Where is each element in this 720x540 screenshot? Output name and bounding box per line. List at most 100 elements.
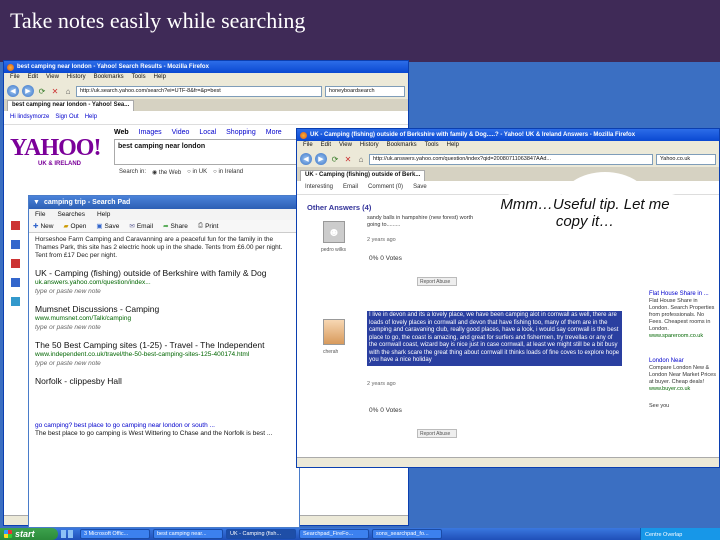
forward-arrow-icon[interactable]: ▶ bbox=[315, 153, 327, 165]
pad-print-button[interactable]: ⎙ Print bbox=[198, 222, 219, 230]
pad-entry[interactable]: UK - Camping (fishing) outside of Berksh… bbox=[35, 269, 293, 296]
search-in-ireland-radio[interactable]: ○ in Ireland bbox=[213, 169, 243, 176]
search-pad-toggle-icon[interactable]: ▼ bbox=[33, 199, 40, 206]
tab-images[interactable]: Images bbox=[139, 129, 162, 136]
interesting-button[interactable]: Interesting bbox=[305, 184, 333, 191]
rail-icon-1[interactable] bbox=[11, 221, 20, 230]
pad-entry[interactable]: Mumsnet Discussions - Camping www.mumsne… bbox=[35, 305, 293, 332]
menu-edit[interactable]: Edit bbox=[28, 74, 38, 82]
ad-item[interactable]: London Near Compare London New & London … bbox=[649, 358, 719, 393]
tab-more[interactable]: More bbox=[266, 129, 282, 136]
share-icon: ➦ bbox=[163, 223, 169, 230]
reload-icon[interactable]: ⟳ bbox=[330, 154, 340, 164]
pad-entry-note[interactable]: type or paste new note bbox=[35, 323, 293, 332]
taskbar-item[interactable]: Searchpad_FireFo... bbox=[299, 529, 369, 539]
answer2-report-button[interactable]: Report Abuse bbox=[417, 429, 457, 438]
pad-entry-url[interactable]: www.mumsnet.com/Talk/camping bbox=[35, 314, 293, 323]
pad-entry-note[interactable]: type or paste new note bbox=[35, 287, 293, 296]
ad-url[interactable]: www.spareroom.co.uk bbox=[649, 333, 719, 340]
home-icon[interactable]: ⌂ bbox=[63, 86, 73, 96]
pad-entry-url[interactable]: uk.answers.yahoo.com/question/index... bbox=[35, 278, 293, 287]
avatar[interactable] bbox=[323, 319, 345, 345]
menu-edit[interactable]: Edit bbox=[321, 142, 331, 150]
stop-icon[interactable]: ✕ bbox=[50, 86, 60, 96]
menu-file[interactable]: File bbox=[10, 74, 20, 82]
back-arrow-icon[interactable]: ◀ bbox=[7, 85, 19, 97]
menu-file[interactable]: File bbox=[303, 142, 313, 150]
comment-button[interactable]: Comment (0) bbox=[368, 184, 403, 191]
pad-entry[interactable]: The 50 Best Camping sites (1-25) - Trave… bbox=[35, 341, 293, 368]
taskbar-item[interactable]: UK - Camping (fish... bbox=[226, 529, 296, 539]
avatar[interactable]: ☻ bbox=[323, 221, 345, 243]
ad-heading[interactable]: Flat House Share in ... bbox=[649, 291, 719, 298]
rail-icon-3[interactable] bbox=[11, 259, 20, 268]
ad-heading[interactable]: London Near bbox=[649, 358, 719, 365]
search-window-titlebar[interactable]: best camping near london - Yahoo! Search… bbox=[4, 61, 408, 73]
pad-menu-help[interactable]: Help bbox=[97, 211, 110, 218]
pad-save-button[interactable]: ▣ Save bbox=[96, 222, 119, 231]
pad-menu-file[interactable]: File bbox=[35, 211, 45, 218]
greeting-link[interactable]: Hi lindsymorze bbox=[10, 114, 49, 121]
rail-icon-4[interactable] bbox=[11, 278, 20, 287]
pad-entry[interactable]: Norfolk - clippesby Hall bbox=[35, 377, 293, 386]
menu-view[interactable]: View bbox=[339, 142, 352, 150]
taskbar-item[interactable]: best camping near... bbox=[153, 529, 223, 539]
search-window-url-input[interactable]: http://uk.search.yahoo.com/search?ei=UTF… bbox=[76, 85, 322, 97]
quick-launch-icon[interactable] bbox=[68, 530, 73, 538]
rail-icon-5[interactable] bbox=[11, 297, 20, 306]
pad-new-button[interactable]: ✚ New bbox=[33, 222, 53, 231]
menu-bookmarks[interactable]: Bookmarks bbox=[94, 74, 124, 82]
menu-help[interactable]: Help bbox=[154, 74, 166, 82]
start-button[interactable]: start bbox=[0, 528, 58, 540]
taskbar-item[interactable]: 3 Microsoft Offic... bbox=[80, 529, 150, 539]
menu-tools[interactable]: Tools bbox=[425, 142, 439, 150]
quick-launch-icon[interactable] bbox=[61, 530, 66, 538]
answer1-username[interactable]: pedro wilks bbox=[321, 247, 346, 253]
back-arrow-icon[interactable]: ◀ bbox=[300, 153, 312, 165]
answers-window-url-input[interactable]: http://uk.answers.yahoo.com/question/ind… bbox=[369, 153, 653, 165]
pad-email-button[interactable]: ✉ Email bbox=[129, 222, 153, 231]
answer1-report-button[interactable]: Report Abuse bbox=[417, 277, 457, 286]
search-window-search-input[interactable]: honeyboardsearch bbox=[325, 85, 405, 97]
home-icon[interactable]: ⌂ bbox=[356, 154, 366, 164]
menu-help[interactable]: Help bbox=[447, 142, 459, 150]
yahoo-query-input[interactable]: best camping near london bbox=[114, 139, 304, 165]
forward-arrow-icon[interactable]: ▶ bbox=[22, 85, 34, 97]
answer2-username[interactable]: cherah bbox=[323, 349, 338, 355]
pad-entry-url[interactable]: www.independent.co.uk/travel/the-50-best… bbox=[35, 350, 293, 359]
pad-open-button[interactable]: ▰ Open bbox=[63, 222, 86, 231]
see-your-link[interactable]: See you bbox=[649, 403, 719, 410]
menu-history[interactable]: History bbox=[67, 74, 86, 82]
sign-out-link[interactable]: Sign Out bbox=[55, 114, 78, 121]
answers-window-titlebar[interactable]: UK - Camping (fishing) outside of Berksh… bbox=[297, 129, 719, 141]
reload-icon[interactable]: ⟳ bbox=[37, 86, 47, 96]
pad-entry-note[interactable]: type or paste new note bbox=[35, 359, 293, 368]
tab-shopping[interactable]: Shopping bbox=[226, 129, 256, 136]
tab-answers[interactable]: UK - Camping (fishing) outside of Berk..… bbox=[300, 170, 426, 181]
help-link[interactable]: Help bbox=[85, 114, 97, 121]
pad-menu-searches[interactable]: Searches bbox=[57, 211, 84, 218]
pad-entry[interactable]: Horseshoe Farm Camping and Caravanning a… bbox=[35, 236, 293, 260]
stop-icon[interactable]: ✕ bbox=[343, 154, 353, 164]
email-button[interactable]: Email bbox=[343, 184, 358, 191]
ad-url[interactable]: www.buyer.co.uk bbox=[649, 386, 719, 393]
taskbar-item[interactable]: sons_searchpad_fo... bbox=[372, 529, 442, 539]
answers-window-search-input[interactable]: Yahoo.co.uk bbox=[656, 153, 716, 165]
answer2-highlighted-text[interactable]: I live in devon and its a lovely place, … bbox=[367, 311, 622, 366]
search-pad-titlebar[interactable]: ▼ camping trip - Search Pad bbox=[29, 196, 299, 209]
tab-web[interactable]: Web bbox=[114, 129, 129, 136]
menu-history[interactable]: History bbox=[360, 142, 379, 150]
yahoo-logo[interactable]: YAHOO! bbox=[10, 135, 101, 162]
ad-item[interactable]: Flat House Share in ... Flat House Share… bbox=[649, 291, 719, 340]
save-button[interactable]: Save bbox=[413, 184, 427, 191]
menu-tools[interactable]: Tools bbox=[132, 74, 146, 82]
menu-bookmarks[interactable]: Bookmarks bbox=[387, 142, 417, 150]
search-in-web-radio[interactable]: ◉ the Web bbox=[152, 169, 181, 176]
tab-search-results[interactable]: best camping near london - Yahoo! Sea... bbox=[7, 100, 135, 111]
pad-share-button[interactable]: ➦ Share bbox=[163, 222, 188, 231]
search-in-uk-radio[interactable]: ○ in UK bbox=[187, 169, 207, 176]
tab-local[interactable]: Local bbox=[199, 129, 216, 136]
rail-icon-2[interactable] bbox=[11, 240, 20, 249]
tab-video[interactable]: Video bbox=[172, 129, 190, 136]
menu-view[interactable]: View bbox=[46, 74, 59, 82]
